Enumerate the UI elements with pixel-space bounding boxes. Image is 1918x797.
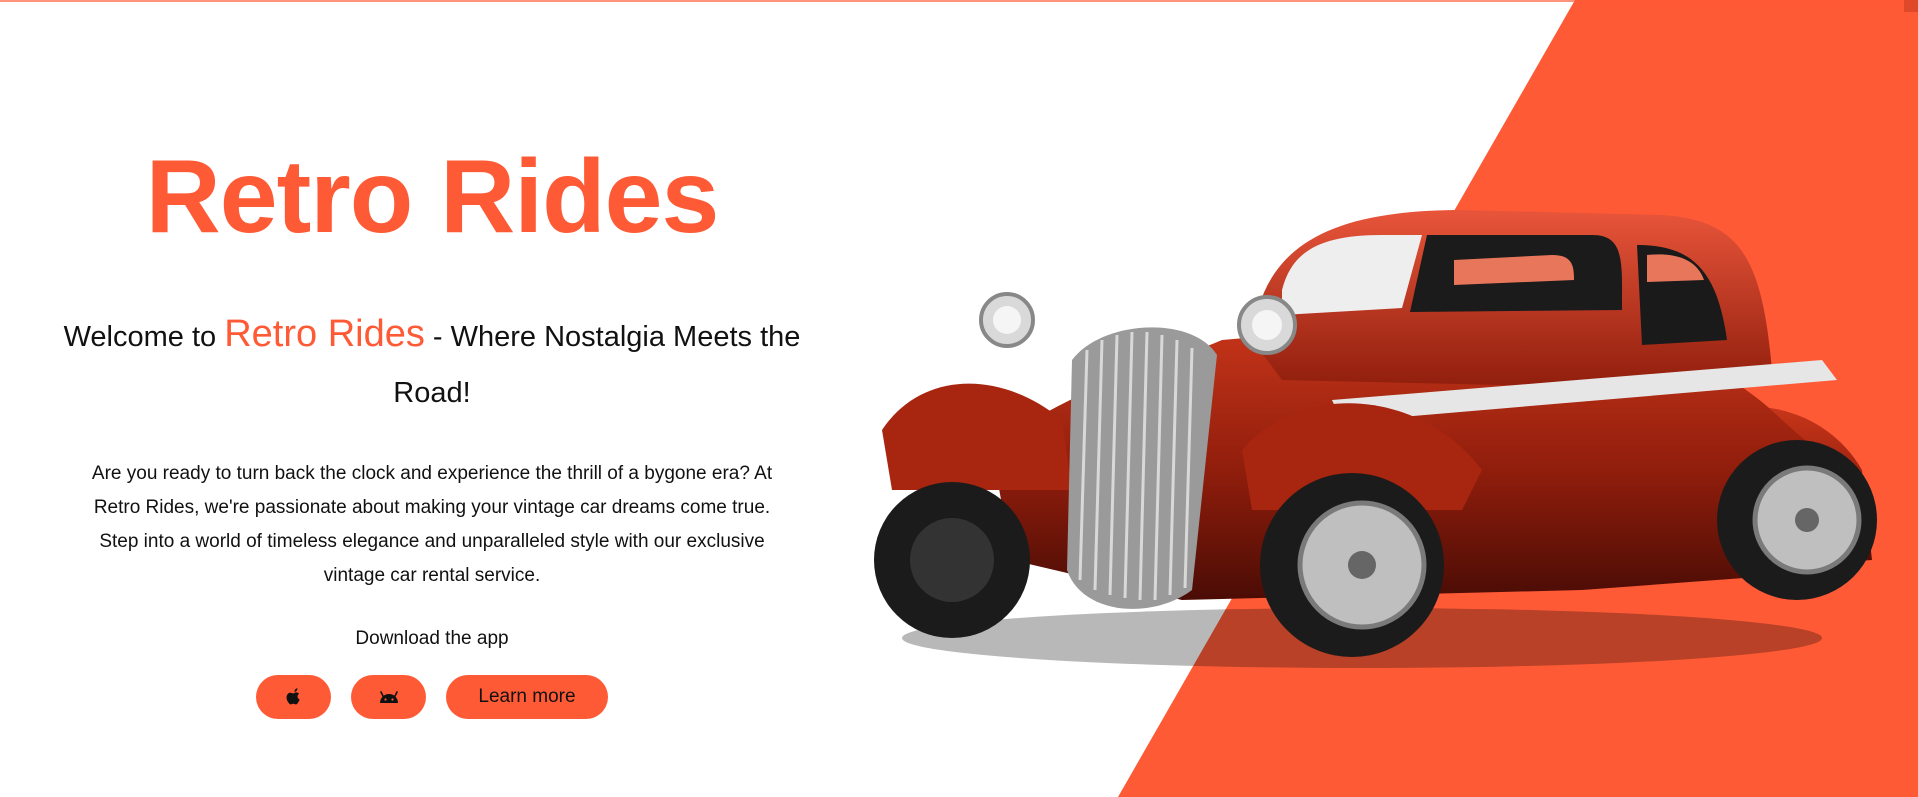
page-title: Retro Rides — [145, 139, 720, 255]
subtitle-brand: Retro Rides — [224, 313, 425, 356]
cta-button-row: Learn more — [40, 675, 824, 720]
ios-download-button[interactable] — [256, 675, 331, 720]
intro-paragraph: Are you ready to turn back the clock and… — [91, 463, 773, 587]
hero-subtitle: Welcome to Retro Rides - Where Nostalgia… — [40, 306, 824, 421]
android-icon — [379, 691, 398, 704]
android-download-button[interactable] — [351, 675, 426, 720]
hero-section: Retro Rides Welcome to Retro Rides - Whe… — [40, 139, 824, 720]
subtitle-suffix: - Where Nostalgia Meets the Road! — [393, 321, 801, 410]
download-label: Download the app — [355, 628, 509, 650]
learn-more-button[interactable]: Learn more — [446, 675, 608, 720]
subtitle-prefix: Welcome to — [63, 321, 225, 354]
apple-icon — [286, 688, 300, 705]
top-accent-line — [0, 0, 1918, 2]
corner-tab — [1904, 0, 1918, 12]
vintage-car-image — [874, 210, 1877, 668]
